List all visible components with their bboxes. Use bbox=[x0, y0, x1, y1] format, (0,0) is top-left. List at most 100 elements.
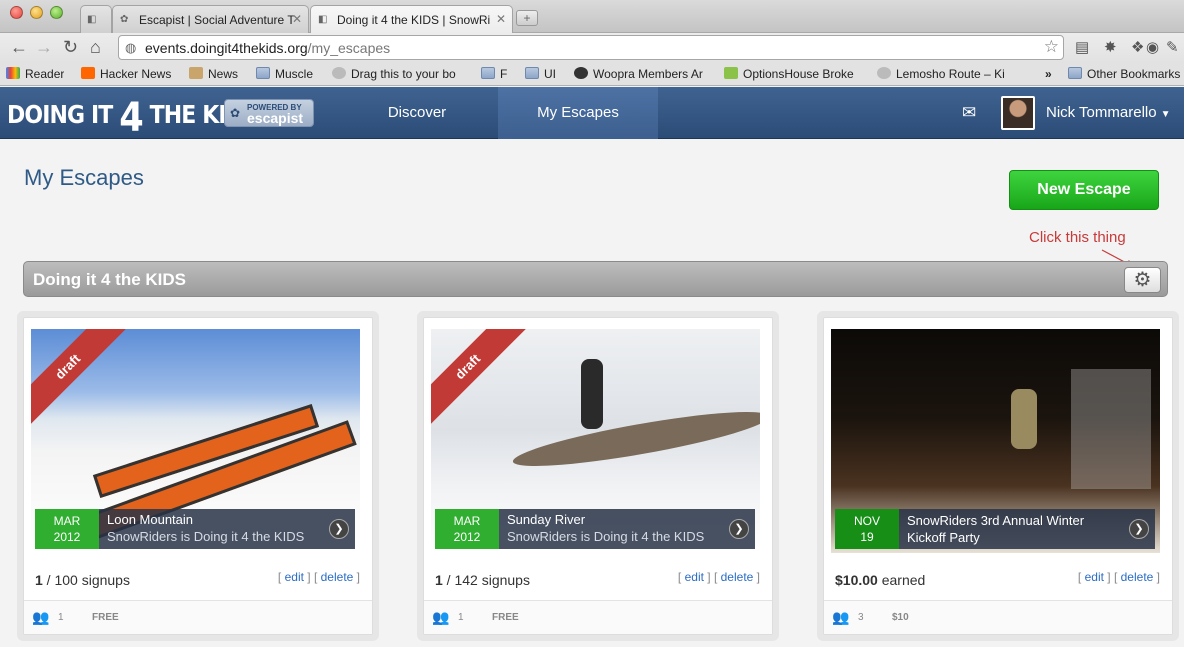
extension-swirl-icon[interactable]: ◉ bbox=[1146, 38, 1159, 56]
browser-tab-1[interactable]: ◧ bbox=[80, 5, 112, 33]
bookmark-other[interactable]: Other Bookmarks bbox=[1068, 67, 1180, 81]
star-icon[interactable]: ☆ bbox=[1044, 37, 1059, 57]
tab-favicon-icon: ◧ bbox=[87, 14, 97, 25]
browser-tab-bar: ◧ ✿ Escapist | Social Adventure T ✕ ◧ Do… bbox=[0, 0, 1184, 34]
event-info-bar[interactable]: MAR 2012 Loon Mountain SnowRiders is Doin… bbox=[35, 509, 355, 549]
card-actions: [ edit ] [ delete ] bbox=[277, 570, 360, 584]
wrench-icon[interactable]: ✎ bbox=[1166, 38, 1179, 56]
event-name[interactable]: SnowRiders 3rd Annual Winter Kickoff Par… bbox=[907, 512, 1117, 546]
news-icon bbox=[189, 67, 203, 79]
event-subtitle: SnowRiders is Doing it 4 the KIDS bbox=[507, 529, 705, 544]
tab-favicon-icon: ✿ bbox=[120, 14, 129, 25]
draft-badge: draft bbox=[31, 329, 131, 430]
escape-card-loon-mountain[interactable]: draft MAR 2012 Loon Mountain SnowRiders i… bbox=[23, 317, 373, 635]
event-info-bar[interactable]: NOV 19 SnowRiders 3rd Annual Winter Kicko… bbox=[835, 509, 1155, 549]
folder-icon bbox=[1068, 67, 1082, 79]
banner-graphic bbox=[1071, 369, 1151, 489]
bookmark-reader[interactable]: Reader bbox=[6, 67, 64, 81]
zoom-window-button[interactable] bbox=[50, 6, 63, 19]
powered-by-escapist-badge[interactable]: ✿ POWERED BY escapist bbox=[224, 99, 314, 127]
bookmark-ui[interactable]: UI bbox=[525, 67, 556, 81]
price-label: FREE bbox=[92, 612, 119, 623]
chevron-right-icon[interactable]: ❯ bbox=[1129, 519, 1149, 539]
site-logo[interactable]: DOING IT 4 THE KIDS bbox=[7, 95, 259, 141]
page-icon bbox=[332, 67, 346, 79]
globe-icon: ◍ bbox=[125, 40, 137, 55]
site-header: DOING IT 4 THE KIDS ✿ POWERED BY escapis… bbox=[0, 87, 1184, 141]
bookmark-news[interactable]: News bbox=[189, 67, 238, 81]
escape-card-kickoff-party[interactable]: NOV 19 SnowRiders 3rd Annual Winter Kicko… bbox=[823, 317, 1173, 635]
event-photo[interactable]: draft MAR 2012 Sunday River SnowRiders is… bbox=[431, 329, 760, 553]
chevron-right-icon[interactable]: ❯ bbox=[329, 519, 349, 539]
nav-discover[interactable]: Discover bbox=[358, 87, 476, 139]
event-photo[interactable]: draft MAR 2012 Loon Mountain SnowRiders i… bbox=[31, 329, 360, 553]
event-name[interactable]: Sunday River bbox=[507, 512, 585, 527]
event-subtitle: SnowRiders is Doing it 4 the KIDS bbox=[107, 529, 305, 544]
page-icon bbox=[877, 67, 891, 79]
extension-puzzle-icon[interactable]: ❖ bbox=[1131, 38, 1144, 56]
browser-toolbar: ← → ↻ ⌂ ◍ events.doingit4thekids.org/my_… bbox=[0, 33, 1184, 63]
minimize-window-button[interactable] bbox=[30, 6, 43, 19]
bookmark-drag[interactable]: Drag this to your bo bbox=[332, 67, 467, 81]
card-footer: 👥 1 FREE bbox=[24, 600, 372, 634]
hacker-news-icon bbox=[81, 67, 95, 79]
new-tab-button[interactable]: + bbox=[516, 10, 538, 26]
user-menu[interactable]: Nick Tommarello ▼ bbox=[1046, 104, 1171, 121]
event-name[interactable]: Loon Mountain bbox=[107, 512, 193, 527]
event-photo[interactable]: NOV 19 SnowRiders 3rd Annual Winter Kicko… bbox=[831, 329, 1160, 553]
new-escape-button[interactable]: New Escape bbox=[1009, 170, 1159, 210]
chevron-right-icon[interactable]: ❯ bbox=[729, 519, 749, 539]
reader-icon bbox=[6, 67, 20, 79]
card-actions: [ edit ] [ delete ] bbox=[677, 570, 760, 584]
bookmark-hacker-news[interactable]: Hacker News bbox=[81, 67, 171, 81]
bookmark-optionshouse[interactable]: OptionsHouse Broke bbox=[724, 67, 862, 81]
delete-link[interactable]: delete bbox=[321, 570, 354, 584]
price-label: FREE bbox=[492, 612, 519, 623]
nav-my-escapes[interactable]: My Escapes bbox=[498, 87, 658, 139]
card-actions: [ edit ] [ delete ] bbox=[1077, 570, 1160, 584]
delete-link[interactable]: delete bbox=[1121, 570, 1154, 584]
earnings-stat: $10.00 earned bbox=[835, 572, 926, 588]
gear-icon[interactable]: ⚙ bbox=[1124, 267, 1161, 293]
footprints-icon: ✿ bbox=[230, 106, 241, 120]
card-footer: 👥 1 FREE bbox=[424, 600, 772, 634]
bookmark-lemosho[interactable]: Lemosho Route – Ki bbox=[877, 67, 1012, 81]
attendee-count: 1 bbox=[58, 612, 64, 623]
tab-title: Escapist | Social Adventure T bbox=[139, 13, 295, 27]
folder-icon bbox=[256, 67, 270, 79]
bookmark-muscle[interactable]: Muscle bbox=[256, 67, 313, 81]
rider-graphic bbox=[1011, 389, 1037, 449]
envelope-icon[interactable]: ✉ bbox=[962, 103, 976, 123]
bookmark-f[interactable]: F bbox=[481, 67, 507, 81]
home-icon[interactable]: ⌂ bbox=[90, 36, 101, 58]
avatar[interactable] bbox=[1001, 96, 1035, 130]
edit-link[interactable]: edit bbox=[685, 570, 704, 584]
url-text[interactable]: events.doingit4thekids.org/my_escapes bbox=[145, 40, 390, 56]
woopra-icon bbox=[574, 67, 588, 79]
extension-page-icon[interactable]: ▤ bbox=[1075, 38, 1089, 56]
bookmarks-overflow-icon[interactable]: » bbox=[1045, 67, 1052, 81]
close-tab-icon[interactable]: ✕ bbox=[292, 12, 302, 26]
bookmark-woopra[interactable]: Woopra Members Ar bbox=[574, 67, 712, 81]
back-icon[interactable]: ← bbox=[10, 36, 28, 58]
event-info-bar[interactable]: MAR 2012 Sunday River SnowRiders is Doing… bbox=[435, 509, 755, 549]
edit-link[interactable]: edit bbox=[285, 570, 304, 584]
people-icon: 👥 bbox=[832, 609, 850, 625]
people-icon: 👥 bbox=[432, 609, 450, 625]
browser-tab-2[interactable]: ✿ Escapist | Social Adventure T ✕ bbox=[112, 5, 309, 33]
signup-stat: 1 / 142 signups bbox=[435, 572, 530, 588]
page-title: My Escapes bbox=[24, 165, 144, 190]
rider-graphic bbox=[581, 359, 603, 429]
edit-link[interactable]: edit bbox=[1085, 570, 1104, 584]
delete-link[interactable]: delete bbox=[721, 570, 754, 584]
close-window-button[interactable] bbox=[10, 6, 23, 19]
extension-bug-icon[interactable]: ✸ bbox=[1104, 38, 1117, 56]
close-tab-icon[interactable]: ✕ bbox=[496, 12, 506, 26]
forward-icon[interactable]: → bbox=[35, 36, 53, 58]
event-date: MAR 2012 bbox=[435, 509, 499, 549]
address-bar[interactable]: ◍ events.doingit4thekids.org/my_escapes … bbox=[118, 35, 1064, 60]
escape-card-sunday-river[interactable]: draft MAR 2012 Sunday River SnowRiders is… bbox=[423, 317, 773, 635]
reload-icon[interactable]: ↻ bbox=[63, 36, 78, 58]
tab-title: Doing it 4 the KIDS | SnowRi bbox=[337, 13, 491, 27]
browser-tab-3[interactable]: ◧ Doing it 4 the KIDS | SnowRi ✕ bbox=[310, 5, 513, 34]
